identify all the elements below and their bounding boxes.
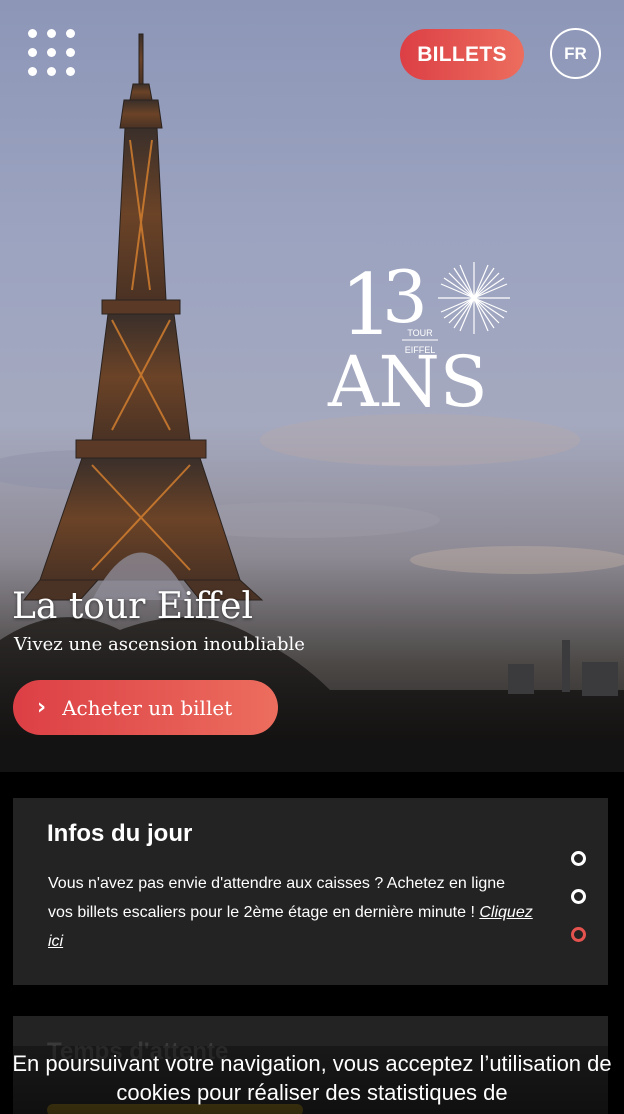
slider-dot-1[interactable] bbox=[571, 851, 586, 866]
infos-text: Vous n'avez pas envie d'attendre aux cai… bbox=[48, 875, 506, 921]
slider-dot-3-active[interactable] bbox=[571, 927, 586, 942]
page-title: La tour Eiffel bbox=[12, 586, 253, 627]
chevron-right-icon: › bbox=[37, 695, 47, 720]
grid-dot-icon bbox=[66, 48, 75, 57]
grid-dot-icon bbox=[28, 29, 37, 38]
grid-dot-icon bbox=[47, 48, 56, 57]
fireworks-icon bbox=[438, 262, 510, 334]
infos-title: Infos du jour bbox=[47, 820, 193, 847]
logo-number-3: 3 bbox=[382, 255, 428, 339]
language-button[interactable]: FR bbox=[550, 28, 601, 79]
hero-section: BILLETS FR 1 3 TOUR EIFFEL ANS La tour E… bbox=[0, 0, 624, 772]
eiffel-tower-background bbox=[0, 33, 624, 772]
grid-dot-icon bbox=[66, 67, 75, 76]
page-subtitle: Vivez une ascension inoubliable bbox=[14, 634, 305, 655]
130-ans-logo: 1 3 TOUR EIFFEL ANS bbox=[327, 255, 510, 423]
grid-dot-icon bbox=[66, 29, 75, 38]
infos-du-jour-card: Infos du jour Vous n'avez pas envie d'at… bbox=[13, 798, 608, 985]
grid-dot-icon bbox=[28, 67, 37, 76]
cookie-banner: En poursuivant votre navigation, vous ac… bbox=[0, 1046, 624, 1114]
menu-button[interactable] bbox=[28, 29, 76, 77]
grid-dot-icon bbox=[47, 29, 56, 38]
infos-text-block: Vous n'avez pas envie d'attendre aux cai… bbox=[48, 869, 533, 956]
buy-ticket-button[interactable]: › Acheter un billet bbox=[13, 680, 278, 735]
slider-dot-2[interactable] bbox=[571, 889, 586, 904]
grid-dot-icon bbox=[28, 48, 37, 57]
logo-ans: ANS bbox=[327, 341, 488, 423]
grid-dot-icon bbox=[47, 67, 56, 76]
billets-button[interactable]: BILLETS bbox=[400, 29, 524, 80]
buy-ticket-label: Acheter un billet bbox=[62, 695, 233, 720]
logo-tour: TOUR bbox=[407, 328, 433, 338]
